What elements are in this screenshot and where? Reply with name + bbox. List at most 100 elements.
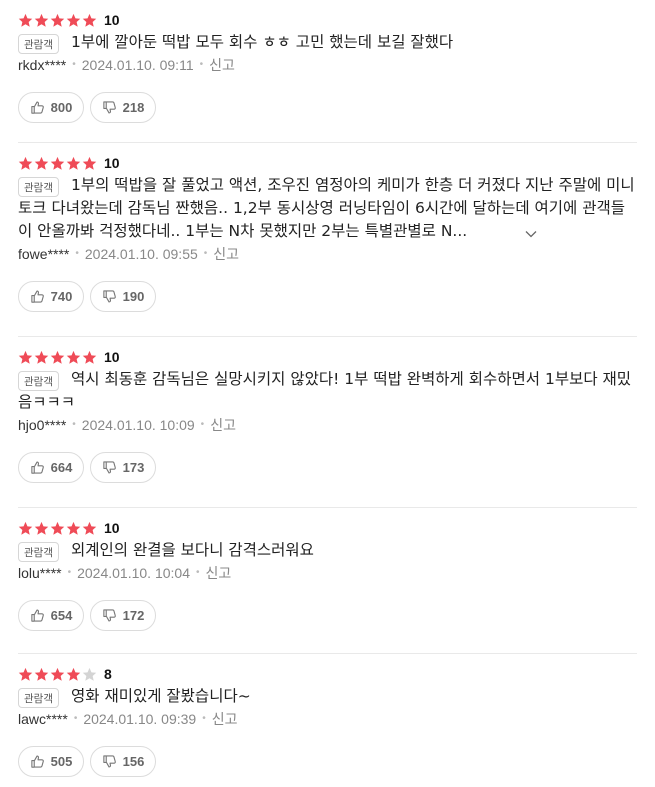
rating-score: 10 [104, 520, 120, 536]
star-filled-icon [66, 521, 81, 536]
star-filled-icon [18, 667, 33, 682]
report-link[interactable]: 신고 [209, 54, 235, 76]
review-meta: lawc**** • 2024.01.10. 09:39 • 신고 [18, 708, 637, 730]
vote-row: 654 172 [18, 600, 637, 631]
vote-row: 505 156 [18, 746, 637, 777]
star-filled-icon [50, 13, 65, 28]
star-filled-icon [18, 350, 33, 365]
review-item: 10 관람객 1부의 떡밥을 잘 풀었고 액션, 조우진 염정아의 케미가 한층… [18, 143, 637, 337]
like-count: 800 [50, 100, 73, 115]
author-id: hjo0**** [18, 417, 67, 433]
report-link[interactable]: 신고 [212, 708, 238, 730]
review-meta: fowe**** • 2024.01.10. 09:55 • 신고 [18, 243, 637, 265]
review-text[interactable]: 영화 재미있게 잘봤습니다~ [18, 685, 637, 708]
star-filled-icon [82, 350, 97, 365]
review-text[interactable]: 역시 최동훈 감독님은 실망시키지 않았다! 1부 떡밥 완벽하게 회수하면서 … [18, 368, 637, 414]
viewer-badge: 관람객 [18, 688, 59, 708]
star-filled-icon [82, 13, 97, 28]
rating-score: 10 [104, 155, 120, 171]
dislike-count: 172 [122, 608, 145, 623]
review-body: 관람객 외계인의 완결을 보다니 감격스러워요 [18, 539, 637, 562]
review-meta: rkdx**** • 2024.01.10. 09:11 • 신고 [18, 54, 637, 76]
separator-dot: • [75, 248, 79, 259]
rating-row: 10 [18, 346, 637, 368]
thumbs-down-icon [102, 289, 123, 304]
rating-score: 10 [104, 12, 120, 28]
dislike-button[interactable]: 172 [90, 600, 156, 631]
star-filled-icon [66, 667, 81, 682]
review-item: 10 관람객 1부에 깔아둔 떡밥 모두 회수 ㅎㅎ 고민 했는데 보길 잘했다… [18, 0, 637, 143]
star-filled-icon [66, 350, 81, 365]
thumbs-down-icon [102, 460, 123, 475]
thumbs-up-icon [30, 608, 51, 623]
star-filled-icon [50, 350, 65, 365]
thumbs-up-icon [30, 460, 51, 475]
review-list: 10 관람객 1부에 깔아둔 떡밥 모두 회수 ㅎㅎ 고민 했는데 보길 잘했다… [0, 0, 655, 787]
review-date: 2024.01.10. 09:11 [81, 57, 194, 73]
review-text[interactable]: 1부의 떡밥을 잘 풀었고 액션, 조우진 염정아의 케미가 한층 더 커졌다 … [18, 174, 637, 243]
like-button[interactable]: 740 [18, 281, 84, 312]
like-count: 654 [50, 608, 73, 623]
rating-row: 10 [18, 152, 637, 174]
star-filled-icon [34, 521, 49, 536]
thumbs-up-icon [30, 754, 51, 769]
rating-row: 10 [18, 9, 637, 31]
review-item: 10 관람객 역시 최동훈 감독님은 실망시키지 않았다! 1부 떡밥 완벽하게… [18, 337, 637, 508]
review-text-content: 외계인의 완결을 보다니 감격스러워요 [71, 541, 314, 559]
review-text[interactable]: 1부에 깔아둔 떡밥 모두 회수 ㅎㅎ 고민 했는데 보길 잘했다 [18, 31, 637, 54]
dislike-button[interactable]: 156 [90, 746, 156, 777]
dislike-button[interactable]: 173 [90, 452, 156, 483]
review-text-content: 1부에 깔아둔 떡밥 모두 회수 ㅎㅎ 고민 했는데 보길 잘했다 [71, 33, 454, 51]
author-id: lolu**** [18, 565, 62, 581]
star-filled-icon [66, 156, 81, 171]
review-item: 10 관람객 외계인의 완결을 보다니 감격스러워요 lolu**** • 20… [18, 508, 637, 654]
star-filled-icon [34, 13, 49, 28]
author-id: fowe**** [18, 246, 70, 262]
star-rating [18, 13, 98, 28]
dislike-button[interactable]: 190 [90, 281, 156, 312]
star-filled-icon [34, 350, 49, 365]
rating-score: 8 [104, 666, 112, 682]
report-link[interactable]: 신고 [210, 414, 236, 436]
separator-dot: • [72, 419, 76, 430]
star-filled-icon [34, 667, 49, 682]
report-link[interactable]: 신고 [206, 562, 232, 584]
thumbs-down-icon [102, 100, 123, 115]
dislike-count: 156 [122, 754, 145, 769]
star-rating [18, 667, 98, 682]
like-button[interactable]: 654 [18, 600, 84, 631]
author-id: rkdx**** [18, 57, 67, 73]
like-button[interactable]: 800 [18, 92, 84, 123]
dislike-button[interactable]: 218 [90, 92, 156, 123]
star-rating [18, 350, 98, 365]
separator-dot: • [196, 567, 200, 578]
review-body: 관람객 영화 재미있게 잘봤습니다~ [18, 685, 637, 708]
like-count: 505 [50, 754, 73, 769]
like-button[interactable]: 664 [18, 452, 84, 483]
report-link[interactable]: 신고 [213, 243, 239, 265]
review-body: 관람객 역시 최동훈 감독님은 실망시키지 않았다! 1부 떡밥 완벽하게 회수… [18, 368, 637, 414]
star-rating [18, 521, 98, 536]
viewer-badge: 관람객 [18, 371, 59, 391]
review-text-content: 1부의 떡밥을 잘 풀었고 액션, 조우진 염정아의 케미가 한층 더 커졌다 … [18, 176, 635, 240]
rating-row: 8 [18, 663, 637, 685]
dislike-count: 173 [122, 460, 145, 475]
thumbs-down-icon [102, 754, 123, 769]
viewer-badge: 관람객 [18, 34, 59, 54]
thumbs-up-icon [30, 289, 51, 304]
viewer-badge: 관람객 [18, 177, 59, 197]
dislike-count: 218 [122, 100, 145, 115]
separator-dot: • [202, 713, 206, 724]
like-button[interactable]: 505 [18, 746, 84, 777]
rating-score: 10 [104, 349, 120, 365]
separator-dot: • [200, 419, 205, 430]
star-filled-icon [18, 521, 33, 536]
star-filled-icon [18, 13, 33, 28]
chevron-down-icon[interactable] [471, 225, 537, 239]
review-date: 2024.01.10. 09:55 [84, 246, 198, 262]
review-text[interactable]: 외계인의 완결을 보다니 감격스러워요 [18, 539, 637, 562]
review-meta: hjo0**** • 2024.01.10. 10:09 • 신고 [18, 414, 637, 436]
review-body: 관람객 1부의 떡밥을 잘 풀었고 액션, 조우진 염정아의 케미가 한층 더 … [18, 174, 637, 243]
rating-row: 10 [18, 517, 637, 539]
like-count: 740 [50, 289, 73, 304]
